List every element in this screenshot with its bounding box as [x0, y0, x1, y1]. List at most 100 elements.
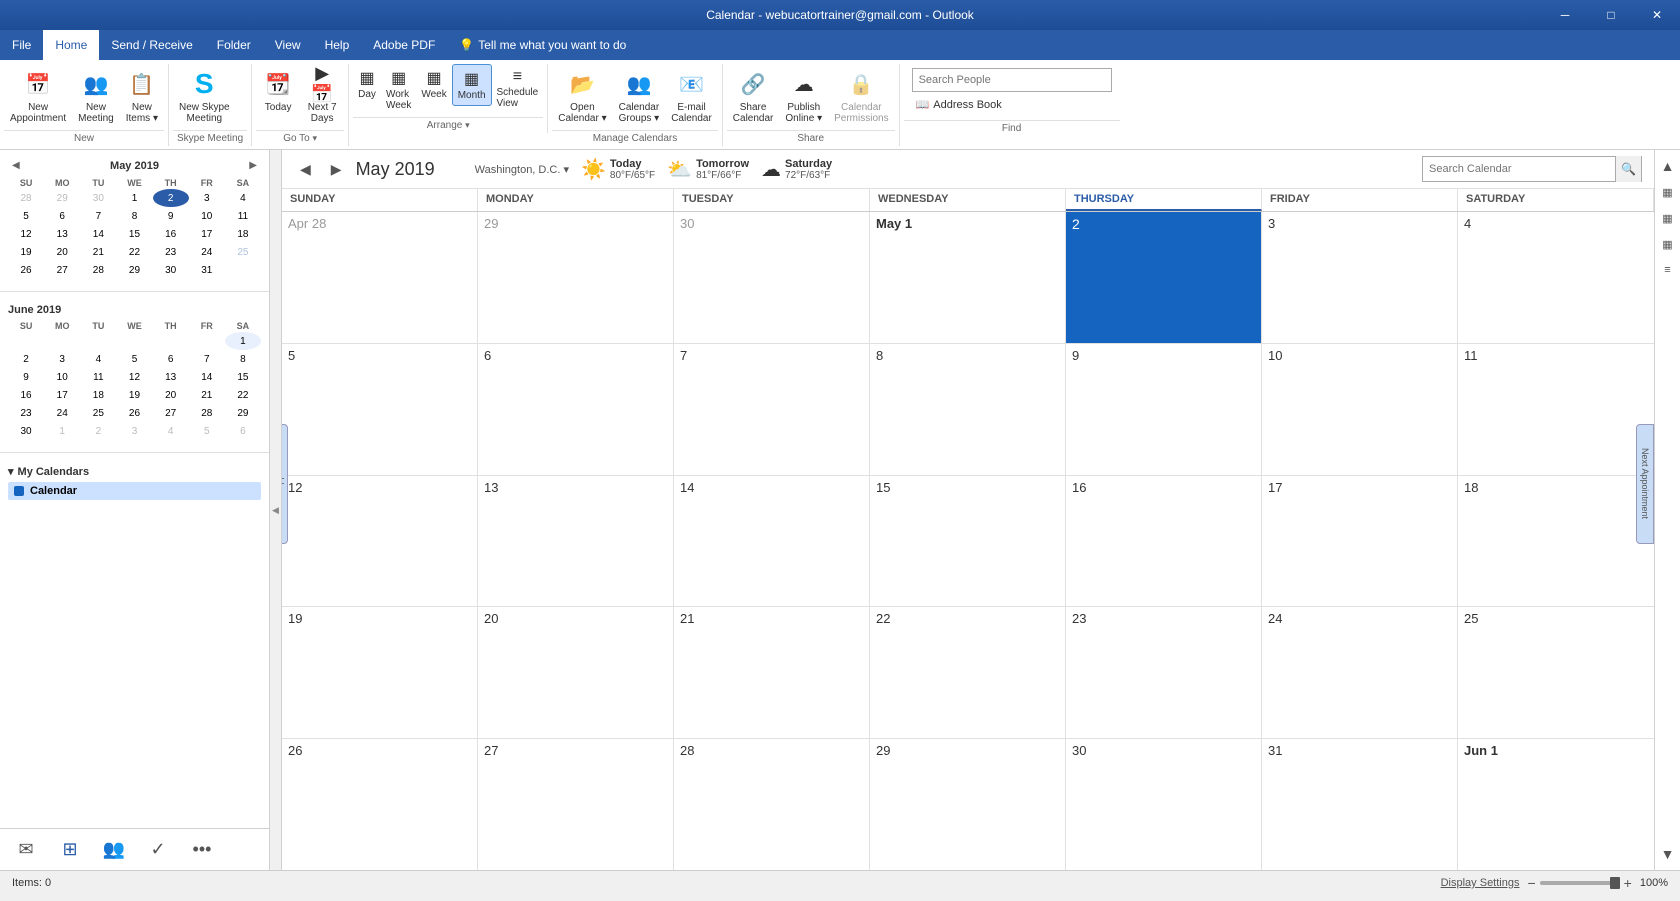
mini-cal-day[interactable]: 31 [189, 261, 225, 279]
my-calendars-header[interactable]: ▾ My Calendars [8, 465, 261, 478]
mini-cal-day[interactable]: 4 [80, 350, 116, 368]
cal-cell-may28[interactable]: 28 [674, 739, 870, 870]
right-mini-scroll-down[interactable]: ▼ [1656, 842, 1680, 866]
right-mini-scroll-up[interactable]: ▲ [1656, 154, 1680, 178]
zoom-in-button[interactable]: + [1624, 875, 1632, 891]
nav-mail-button[interactable]: ✉ [8, 832, 44, 868]
mini-cal-day[interactable]: 21 [189, 386, 225, 404]
mini-cal-day[interactable]: 26 [116, 404, 152, 422]
cal-cell-may23[interactable]: 23 [1066, 607, 1262, 738]
mini-cal-day[interactable]: 6 [225, 422, 261, 440]
mini-cal-day[interactable]: 7 [80, 207, 116, 225]
right-mini-month-icon[interactable]: ▦ [1656, 232, 1680, 256]
mini-cal-day[interactable]: 16 [153, 225, 189, 243]
day-view-button[interactable]: ▦ Day [353, 64, 381, 104]
mini-cal-day[interactable]: 9 [153, 207, 189, 225]
mini-cal-day[interactable]: 29 [44, 189, 80, 207]
menu-home[interactable]: Home [43, 30, 99, 60]
email-calendar-button[interactable]: 📧 E-mailCalendar [665, 64, 718, 128]
mini-cal-next-button[interactable]: ▶ [245, 158, 261, 173]
mini-cal-day[interactable]: 28 [80, 261, 116, 279]
cal-cell-apr30[interactable]: 30 [674, 212, 870, 343]
right-mini-week-icon[interactable]: ▦ [1656, 206, 1680, 230]
menu-adobe-pdf[interactable]: Adobe PDF [361, 30, 447, 60]
cal-cell-may17[interactable]: 17 [1262, 476, 1458, 607]
mini-cal-day[interactable]: 3 [189, 189, 225, 207]
mini-cal-day[interactable]: 19 [116, 386, 152, 404]
cal-cell-may6[interactable]: 6 [478, 344, 674, 475]
mini-cal-day[interactable]: 14 [80, 225, 116, 243]
cal-cell-may22[interactable]: 22 [870, 607, 1066, 738]
mini-cal-day[interactable]: 25 [225, 243, 261, 261]
mini-cal-day[interactable]: 3 [116, 422, 152, 440]
menu-tell-me[interactable]: 💡 Tell me what you want to do [447, 30, 638, 60]
new-meeting-button[interactable]: 👥 NewMeeting [72, 64, 120, 128]
mini-cal-day[interactable]: 6 [153, 350, 189, 368]
mini-cal-day[interactable]: 7 [189, 350, 225, 368]
mini-cal-day[interactable]: 11 [80, 368, 116, 386]
cal-cell-may4[interactable]: 4 [1458, 212, 1654, 343]
mini-cal-day[interactable]: 8 [116, 207, 152, 225]
mini-cal-day[interactable]: 19 [8, 243, 44, 261]
mini-cal-day[interactable]: 27 [153, 404, 189, 422]
calendar-groups-button[interactable]: 👥 CalendarGroups ▾ [613, 64, 666, 128]
mini-cal-day[interactable]: 9 [8, 368, 44, 386]
mini-cal-day[interactable]: 23 [8, 404, 44, 422]
menu-file[interactable]: File [0, 30, 43, 60]
search-people-input[interactable] [912, 68, 1112, 92]
cal-cell-may11[interactable]: 11 [1458, 344, 1654, 475]
cal-cell-may7[interactable]: 7 [674, 344, 870, 475]
schedule-view-button[interactable]: ≡ ScheduleView [492, 64, 544, 113]
menu-send-receive[interactable]: Send / Receive [99, 30, 204, 60]
mini-cal-day[interactable]: 16 [8, 386, 44, 404]
cal-cell-apr29[interactable]: 29 [478, 212, 674, 343]
minimize-button[interactable]: ─ [1542, 0, 1588, 30]
mini-cal-day[interactable]: 26 [8, 261, 44, 279]
mini-cal-day[interactable]: 5 [116, 350, 152, 368]
share-calendar-button[interactable]: 🔗 ShareCalendar [727, 64, 780, 128]
mini-cal-day[interactable]: 13 [153, 368, 189, 386]
mini-cal-day[interactable]: 2 [80, 422, 116, 440]
new-skype-meeting-button[interactable]: S New SkypeMeeting [173, 64, 236, 128]
mini-cal-day[interactable]: 22 [225, 386, 261, 404]
mini-cal-day[interactable]: 30 [80, 189, 116, 207]
mini-cal-day[interactable]: 15 [116, 225, 152, 243]
today-button[interactable]: 📆 Today [256, 64, 300, 117]
mini-cal-day[interactable]: 22 [116, 243, 152, 261]
mini-cal-day[interactable]: 24 [189, 243, 225, 261]
cal-cell-may2-today[interactable]: 2 [1066, 212, 1262, 343]
mini-cal-day[interactable]: 29 [116, 261, 152, 279]
mini-cal-day[interactable]: 20 [153, 386, 189, 404]
nav-more-button[interactable]: ••• [184, 832, 220, 868]
mini-cal-day[interactable]: 13 [44, 225, 80, 243]
menu-folder[interactable]: Folder [205, 30, 263, 60]
sidebar-collapse-handle[interactable]: ◀ [270, 150, 282, 870]
mini-cal-day[interactable]: 11 [225, 207, 261, 225]
calendar-permissions-button[interactable]: 🔒 CalendarPermissions [828, 64, 894, 128]
mini-cal-today[interactable]: 2 [153, 189, 189, 207]
mini-cal-day[interactable]: 12 [116, 368, 152, 386]
mini-cal-day[interactable]: 1 [225, 332, 261, 350]
mini-cal-day[interactable]: 24 [44, 404, 80, 422]
mini-cal-day[interactable]: 17 [189, 225, 225, 243]
cal-cell-may10[interactable]: 10 [1262, 344, 1458, 475]
mini-cal-day[interactable]: 10 [44, 368, 80, 386]
calendar-search-button[interactable]: 🔍 [1615, 156, 1641, 182]
zoom-out-button[interactable]: − [1527, 875, 1535, 891]
mini-cal-day[interactable]: 4 [153, 422, 189, 440]
mini-cal-day[interactable]: 29 [225, 404, 261, 422]
cal-cell-may16[interactable]: 16 [1066, 476, 1262, 607]
publish-online-button[interactable]: ☁ PublishOnline ▾ [779, 64, 828, 128]
mini-cal-day[interactable]: 5 [189, 422, 225, 440]
nav-tasks-button[interactable]: ✓ [140, 832, 176, 868]
mini-cal-day[interactable]: 15 [225, 368, 261, 386]
mini-cal-day[interactable]: 20 [44, 243, 80, 261]
maximize-button[interactable]: □ [1588, 0, 1634, 30]
mini-cal-day[interactable]: 21 [80, 243, 116, 261]
open-calendar-button[interactable]: 📂 OpenCalendar ▾ [552, 64, 612, 128]
mini-cal-day[interactable]: 17 [44, 386, 80, 404]
cal-cell-may26[interactable]: 26 [282, 739, 478, 870]
cal-cell-may31[interactable]: 31 [1262, 739, 1458, 870]
mini-cal-day[interactable]: 1 [44, 422, 80, 440]
calendar-item-default[interactable]: Calendar [8, 482, 261, 500]
